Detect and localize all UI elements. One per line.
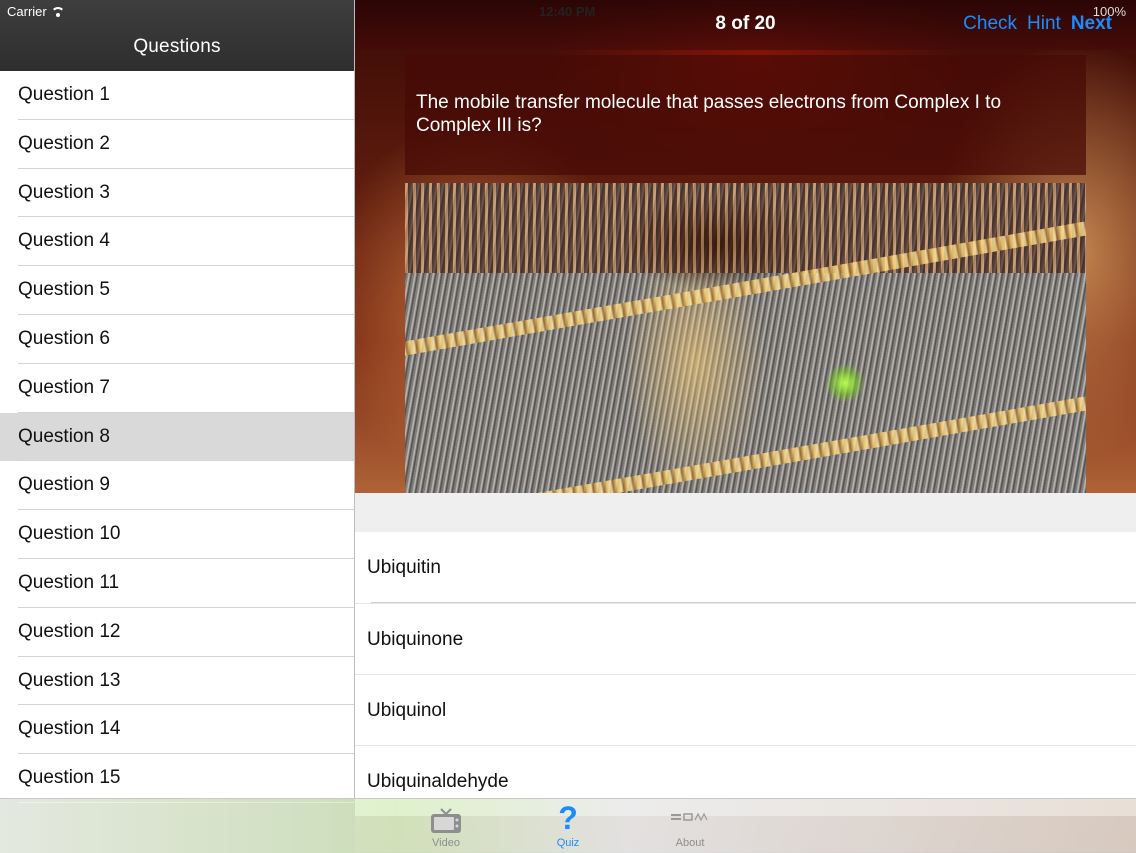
question-item-13[interactable]: Question 13 xyxy=(0,657,354,706)
image-band-lower xyxy=(405,383,1086,493)
sidebar-title: Questions xyxy=(133,36,221,57)
wifi-icon xyxy=(50,6,65,17)
answer-option-3[interactable]: Ubiquinol xyxy=(355,674,1136,745)
question-item-14[interactable]: Question 14 xyxy=(0,705,354,754)
answers-panel: Ubiquitin Ubiquinone Ubiquinol Ubiquinal… xyxy=(355,493,1136,816)
question-item-3[interactable]: Question 3 xyxy=(0,169,354,218)
question-item-5[interactable]: Question 5 xyxy=(0,266,354,315)
question-item-10[interactable]: Question 10 xyxy=(0,510,354,559)
question-item-8[interactable]: Question 8 xyxy=(0,412,354,462)
question-image xyxy=(405,183,1086,493)
question-item-1[interactable]: Question 1 xyxy=(0,71,354,120)
3dme-logo-icon xyxy=(671,812,708,822)
carrier-label: Carrier xyxy=(7,4,47,19)
answer-option-2[interactable]: Ubiquinone xyxy=(355,603,1136,674)
image-rings xyxy=(405,183,1086,273)
answers-spacer xyxy=(355,493,1136,532)
quiz-navbar: 12:40 PM 100% 8 of 20 Check Hint Next xyxy=(355,0,1136,50)
tab-video-label: Video xyxy=(432,837,460,849)
status-carrier: Carrier xyxy=(7,4,65,19)
question-text: The mobile transfer molecule that passes… xyxy=(416,92,1002,136)
tab-about[interactable]: About xyxy=(658,799,722,853)
question-item-11[interactable]: Question 11 xyxy=(0,559,354,608)
question-item-4[interactable]: Question 4 xyxy=(0,217,354,266)
tab-quiz[interactable]: ? Quiz xyxy=(536,799,600,853)
question-item-6[interactable]: Question 6 xyxy=(0,315,354,364)
tab-video[interactable]: Video xyxy=(414,799,478,853)
next-button[interactable]: Next xyxy=(1071,13,1112,35)
question-text-box: The mobile transfer molecule that passes… xyxy=(405,55,1086,175)
question-mark-icon: ? xyxy=(558,800,578,836)
answer-option-1[interactable]: Ubiquitin xyxy=(355,532,1136,603)
question-item-7[interactable]: Question 7 xyxy=(0,364,354,413)
question-item-12[interactable]: Question 12 xyxy=(0,608,354,657)
sidebar-header: Carrier Questions xyxy=(0,0,354,71)
check-button[interactable]: Check xyxy=(963,13,1017,35)
tab-about-label: About xyxy=(675,837,705,849)
question-item-9[interactable]: Question 9 xyxy=(0,461,354,510)
question-list: Question 1 Question 2 Question 3 Questio… xyxy=(0,71,354,803)
nav-actions: Check Hint Next xyxy=(963,13,1112,35)
question-item-15[interactable]: Question 15 xyxy=(0,754,354,803)
hint-button[interactable]: Hint xyxy=(1027,13,1061,35)
question-item-2[interactable]: Question 2 xyxy=(0,120,354,169)
tab-quiz-label: Quiz xyxy=(556,837,580,849)
tab-bar: Video ? Quiz About xyxy=(0,798,1136,853)
tv-icon xyxy=(431,808,461,833)
questions-sidebar: Carrier Questions Question 1 Question 2 … xyxy=(0,0,355,803)
